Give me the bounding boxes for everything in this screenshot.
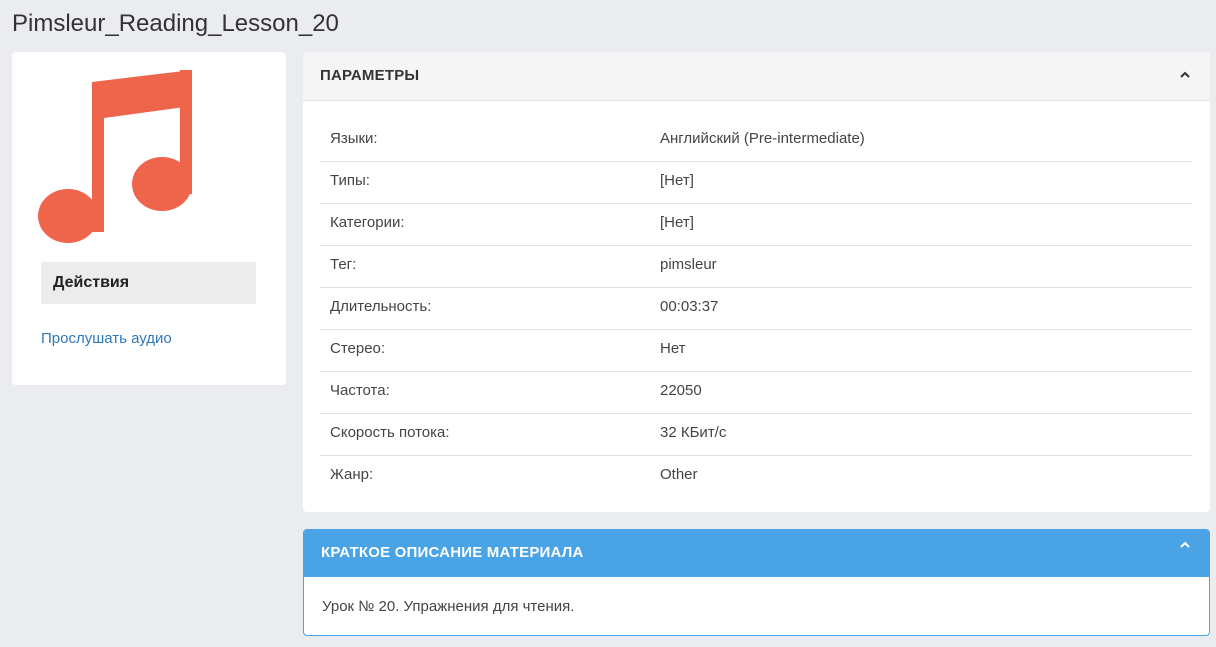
param-key: Типы: [330,172,370,189]
param-row-types: Типы: [Нет] [320,162,1192,204]
param-value: 22050 [660,382,702,399]
description-title: КРАТКОЕ ОПИСАНИЕ МАТЕРИАЛА [321,544,584,561]
listen-audio-link[interactable]: Прослушать аудио [41,330,172,347]
params-panel: ПАРАМЕТРЫ Языки: Английский (Pre-interme… [303,52,1210,512]
param-value: Английский (Pre-intermediate) [660,130,865,147]
param-value: Нет [660,340,686,357]
description-panel: КРАТКОЕ ОПИСАНИЕ МАТЕРИАЛА Урок № 20. Уп… [303,529,1210,636]
params-panel-header[interactable]: ПАРАМЕТРЫ [303,52,1210,101]
music-note-icon [38,70,192,243]
param-key: Тег: [330,256,357,273]
param-row-stereo: Стерео: Нет [320,330,1192,372]
param-value: [Нет] [660,172,694,189]
params-table: Языки: Английский (Pre-intermediate) Тип… [320,120,1192,497]
param-value: pimsleur [660,256,717,273]
param-key: Жанр: [330,466,374,483]
param-row-categories: Категории: [Нет] [320,204,1192,246]
param-key: Частота: [330,382,390,399]
description-panel-header[interactable]: КРАТКОЕ ОПИСАНИЕ МАТЕРИАЛА [304,530,1209,577]
param-key: Категории: [330,214,405,231]
description-text: Урок № 20. Упражнения для чтения. [322,598,575,615]
param-row-duration: Длительность: 00:03:37 [320,288,1192,330]
param-value: 32 КБит/с [660,424,727,441]
param-row-genre: Жанр: Other [320,456,1192,497]
param-key: Стерео: [330,340,386,357]
media-card: Действия Прослушать аудио [12,52,286,385]
param-value: 00:03:37 [660,298,719,315]
param-value: Other [660,466,698,483]
chevron-up-icon[interactable] [1178,538,1192,552]
chevron-up-icon[interactable] [1178,68,1192,82]
param-value: [Нет] [660,214,694,231]
params-title: ПАРАМЕТРЫ [320,67,420,84]
param-row-bitrate: Скорость потока: 32 КБит/с [320,414,1192,456]
param-key: Длительность: [330,298,432,315]
param-row-languages: Языки: Английский (Pre-intermediate) [320,120,1192,162]
param-row-frequency: Частота: 22050 [320,372,1192,414]
param-key: Скорость потока: [330,424,450,441]
param-key: Языки: [330,130,378,147]
page-title: Pimsleur_Reading_Lesson_20 [12,10,339,37]
actions-header: Действия [41,262,256,304]
param-row-tag: Тег: pimsleur [320,246,1192,288]
